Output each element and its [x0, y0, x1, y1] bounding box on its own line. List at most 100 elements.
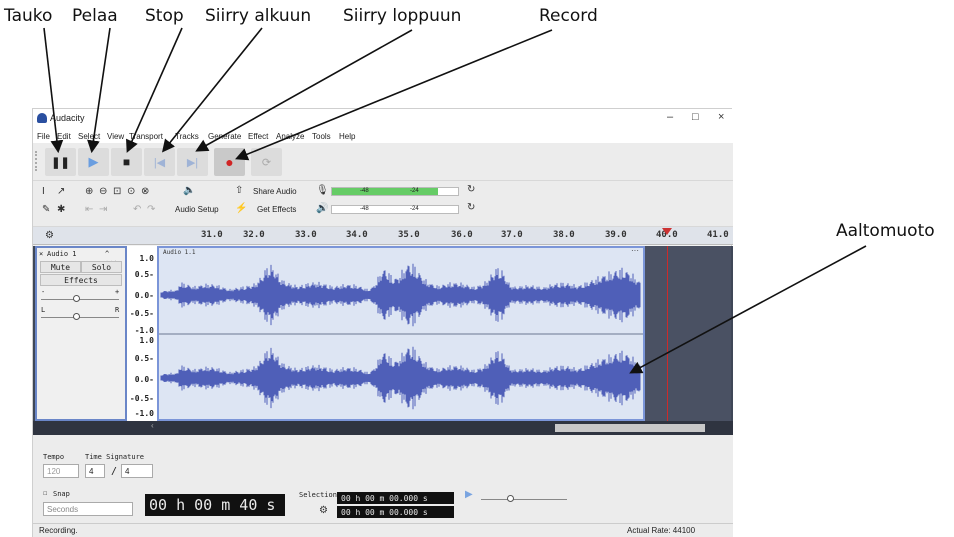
callout-pause: Tauko: [4, 6, 53, 26]
minimize-button[interactable]: –: [667, 111, 673, 123]
gain-slider[interactable]: [41, 299, 119, 300]
play-button[interactable]: ▶: [78, 148, 109, 176]
pause-button[interactable]: ❚❚: [45, 148, 76, 176]
play-at-speed-icon[interactable]: ▶: [465, 489, 473, 500]
playhead-line[interactable]: [667, 246, 668, 421]
play-speed-slider[interactable]: [481, 499, 567, 500]
menu-edit[interactable]: Edit: [57, 132, 71, 141]
effects-button[interactable]: Effects: [40, 274, 122, 286]
skip-to-start-button[interactable]: |◀: [144, 148, 175, 176]
play-speed-knob[interactable]: [507, 495, 514, 502]
playhead-marker[interactable]: [662, 228, 672, 235]
skip-to-end-button[interactable]: ▶|: [177, 148, 208, 176]
mute-button[interactable]: Mute: [40, 261, 81, 273]
selection-tool-icon[interactable]: I: [42, 186, 45, 197]
waveform-channel-left: [160, 263, 641, 327]
scale-label: -1.0: [134, 409, 154, 418]
menu-help[interactable]: Help: [339, 132, 355, 141]
ruler-tick: 31.0: [201, 230, 223, 240]
menu-tools[interactable]: Tools: [312, 132, 331, 141]
ruler-tick: 34.0: [346, 230, 368, 240]
time-signature-label: Time Signature: [85, 453, 145, 461]
menu-tracks[interactable]: Tracks: [175, 132, 199, 141]
effects-plug-icon[interactable]: ⚡: [235, 203, 247, 214]
zoom-fit-icon[interactable]: ⊙: [127, 186, 135, 197]
envelope-tool-icon[interactable]: ↗: [57, 186, 65, 197]
menu-bar: File Edit Select View Transport Tracks G…: [33, 129, 733, 143]
snap-label: Snap: [53, 490, 70, 498]
selection-settings-icon[interactable]: ⚙: [319, 505, 328, 516]
speaker-icon[interactable]: 🔈: [183, 185, 195, 196]
trim-icon[interactable]: ⇤: [85, 204, 93, 215]
meter-refresh-icon[interactable]: ↻: [467, 184, 475, 195]
zoom-selection-icon[interactable]: ⊡: [113, 186, 121, 197]
tempo-input[interactable]: 120: [43, 464, 79, 478]
scale-label: 0.5-: [134, 270, 154, 279]
time-sig-numerator[interactable]: 4: [85, 464, 105, 478]
record-meter-level: [332, 188, 438, 195]
close-button[interactable]: ×: [718, 111, 724, 123]
multi-tool-icon[interactable]: ✱: [57, 204, 65, 215]
horizontal-scrollbar[interactable]: ‹: [33, 421, 733, 435]
callout-stop: Stop: [145, 6, 184, 26]
zoom-in-icon[interactable]: ⊕: [85, 186, 93, 197]
get-effects-label[interactable]: Get Effects: [257, 205, 296, 214]
silence-icon[interactable]: ⇥: [99, 204, 107, 215]
maximize-button[interactable]: □: [692, 111, 699, 123]
undo-icon[interactable]: ↶: [133, 204, 141, 215]
waveform: [159, 263, 643, 410]
timeline-settings-icon[interactable]: ⚙: [45, 230, 54, 241]
scroll-left-icon[interactable]: ‹: [151, 421, 154, 430]
record-meter[interactable]: -48 -24: [331, 187, 459, 196]
loop-button[interactable]: ⟳: [251, 148, 282, 176]
snap-checkbox[interactable]: ☐: [43, 489, 47, 497]
callout-skip-start: Siirry alkuun: [205, 6, 312, 26]
selection-start[interactable]: 00 h 00 m 00.000 s: [337, 492, 454, 504]
menu-analyze[interactable]: Analyze: [276, 132, 304, 141]
track-name[interactable]: Audio 1: [47, 250, 77, 258]
toolbar-grip[interactable]: [35, 151, 38, 171]
waveform-channel-right: [160, 346, 641, 410]
audio-setup-label[interactable]: Audio Setup: [175, 205, 219, 214]
ruler-tick: 33.0: [295, 230, 317, 240]
time-display[interactable]: 00 h 00 m 40 s: [145, 494, 285, 516]
redo-icon[interactable]: ↷: [147, 204, 155, 215]
ruler-tick: 36.0: [451, 230, 473, 240]
pan-right-label: R: [115, 306, 120, 314]
playback-meter-tick-1: -48: [360, 206, 369, 212]
zoom-out-icon[interactable]: ⊖: [99, 186, 107, 197]
time-sig-denominator[interactable]: 4: [121, 464, 153, 478]
scale-label: 0.0-: [134, 375, 154, 384]
ruler-tick: 41.0: [707, 230, 729, 240]
scrollbar-thumb[interactable]: [555, 424, 705, 432]
audio-clip[interactable]: Audio 1.1 ···: [157, 246, 645, 421]
menu-select[interactable]: Select: [78, 132, 100, 141]
pan-slider[interactable]: [41, 317, 119, 318]
zoom-toggle-icon[interactable]: ⊗: [141, 186, 149, 197]
ruler-tick: 35.0: [398, 230, 420, 240]
snap-unit-select[interactable]: Seconds: [43, 502, 133, 516]
playback-refresh-icon[interactable]: ↻: [467, 202, 475, 213]
timeline-ruler[interactable]: ⚙ 31.0 32.0 33.0 34.0 35.0 36.0 37.0 38.…: [33, 227, 733, 245]
menu-view[interactable]: View: [107, 132, 124, 141]
vertical-scale[interactable]: 1.0 0.5- 0.0- -0.5- -1.0 1.0 0.5- 0.0- -…: [127, 246, 157, 421]
draw-tool-icon[interactable]: ✎: [42, 204, 50, 215]
stop-button[interactable]: ■: [111, 148, 142, 176]
playback-meter[interactable]: -48 -24: [331, 205, 459, 214]
playback-meter-tick-2: -24: [410, 206, 419, 212]
gain-slider-knob[interactable]: [73, 295, 80, 302]
track-close-icon[interactable]: ×: [39, 250, 43, 258]
solo-button[interactable]: Solo: [81, 261, 122, 273]
pan-slider-knob[interactable]: [73, 313, 80, 320]
stop-icon: ■: [122, 155, 131, 169]
pan-left-label: L: [41, 306, 46, 314]
record-button[interactable]: ●: [214, 148, 245, 176]
selection-end[interactable]: 00 h 00 m 00.000 s: [337, 506, 454, 518]
gain-plus-label: +: [115, 288, 120, 296]
menu-effect[interactable]: Effect: [248, 132, 268, 141]
menu-file[interactable]: File: [37, 132, 50, 141]
share-icon[interactable]: ⇧: [235, 185, 243, 196]
menu-generate[interactable]: Generate: [208, 132, 241, 141]
menu-transport[interactable]: Transport: [129, 132, 163, 141]
share-audio-label[interactable]: Share Audio: [253, 187, 297, 196]
